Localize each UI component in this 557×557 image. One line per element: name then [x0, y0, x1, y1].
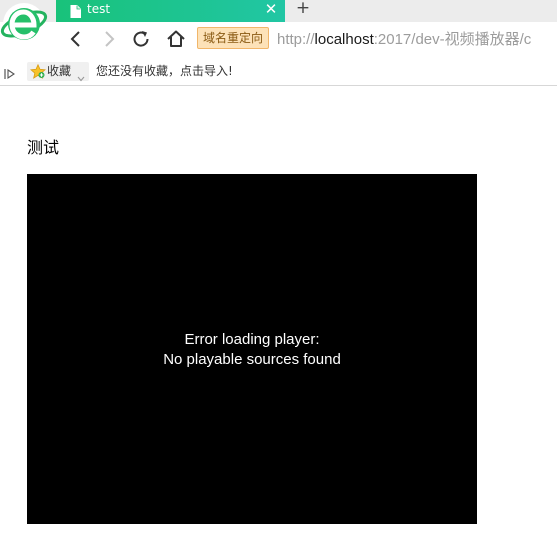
url-path: :2017/dev-视频播放器/c	[373, 31, 532, 48]
forward-arrow-icon	[105, 31, 115, 47]
reload-icon	[133, 31, 149, 47]
address-bar[interactable]: http://localhost:2017/dev-视频播放器/c	[277, 31, 557, 51]
player-error-line: Error loading player:	[184, 331, 320, 348]
favorites-button[interactable]: 收藏	[27, 62, 89, 83]
domain-redirect-badge[interactable]: 域名重定向	[197, 27, 270, 49]
back-arrow-icon	[70, 31, 80, 47]
tab-active[interactable]: test ✕	[56, 0, 285, 22]
home-icon	[167, 30, 185, 47]
tab-strip: test ✕ +	[0, 0, 557, 22]
chevron-down-icon	[77, 67, 85, 86]
reload-button[interactable]	[131, 29, 151, 49]
favorites-label: 收藏	[47, 64, 72, 78]
tab-close-icon[interactable]: ✕	[264, 0, 278, 20]
url-host: localhost	[314, 31, 374, 48]
new-tab-button[interactable]: +	[293, 0, 313, 18]
bookmarks-import-prompt[interactable]: 您还没有收藏，点击导入!	[96, 64, 233, 79]
home-button[interactable]	[166, 29, 186, 49]
document-icon	[70, 3, 81, 22]
back-button[interactable]	[66, 29, 86, 49]
bookmarks-bar: 收藏 您还没有收藏，点击导入!	[0, 57, 557, 86]
url-scheme: http://	[277, 31, 315, 48]
star-icon	[30, 63, 46, 83]
tab-title: test	[87, 2, 111, 16]
sidebar-toggle-icon[interactable]	[4, 65, 16, 84]
video-player[interactable]: Error loading player: No playable source…	[27, 174, 477, 524]
navigation-bar: 域名重定向 http://localhost:2017/dev-视频播放器/c	[0, 22, 557, 57]
player-error-message: Error loading player: No playable source…	[27, 330, 477, 370]
browser-logo-icon	[0, 0, 52, 48]
page-title: 测试	[27, 138, 60, 157]
forward-button[interactable]	[99, 29, 119, 49]
player-error-detail: No playable sources found	[163, 351, 341, 368]
